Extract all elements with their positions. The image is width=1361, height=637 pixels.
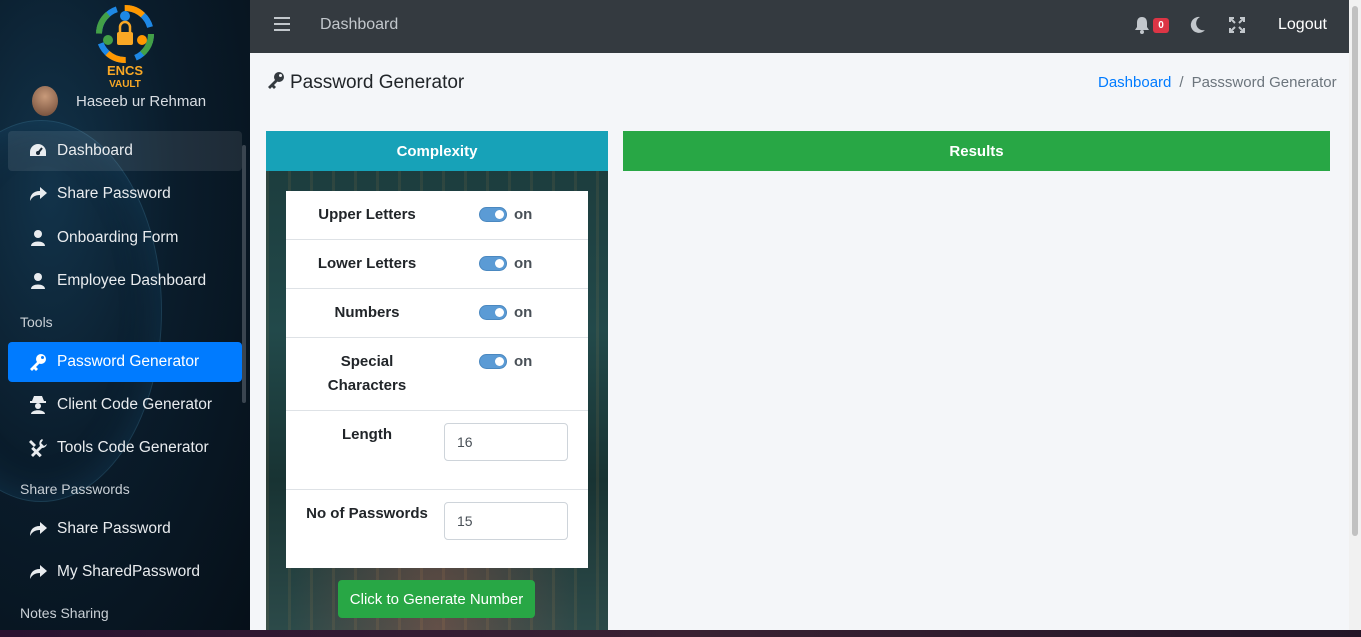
breadcrumb-separator: / xyxy=(1179,74,1184,91)
option-label: Lower Letters xyxy=(317,255,417,272)
user-icon xyxy=(27,270,49,292)
toggle-state-label: on xyxy=(514,255,533,272)
fullscreen-icon[interactable] xyxy=(1229,17,1245,38)
sidebar-item-label: Password Generator xyxy=(57,353,200,370)
sidebar-item-dashboard[interactable]: Dashboard xyxy=(8,131,242,171)
user-panel[interactable]: Haseeb ur Rehman xyxy=(32,86,206,116)
sidebar-item-share-password-2[interactable]: Share Password xyxy=(8,509,242,549)
complexity-header: Complexity xyxy=(266,131,608,171)
key-icon xyxy=(266,70,286,96)
sidebar: ENCS VAULT Haseeb ur Rehman Dashboard Sh… xyxy=(0,0,250,630)
sidebar-item-client-code-generator[interactable]: Client Code Generator xyxy=(8,385,242,425)
nav-header-notes-sharing: Notes Sharing xyxy=(20,605,109,621)
bell-icon[interactable] xyxy=(1134,16,1150,39)
sidebar-item-label: Client Code Generator xyxy=(57,396,213,413)
complexity-options-table: Upper Letters on Lower Letters on Number… xyxy=(286,191,588,568)
page-title: Password Generator xyxy=(266,70,464,96)
sidebar-item-label: Onboarding Form xyxy=(57,229,179,246)
svg-text:ENCS: ENCS xyxy=(107,63,143,78)
no-of-passwords-label: No of Passwords xyxy=(306,505,428,522)
complexity-card: Complexity Upper Letters on Lower Letter… xyxy=(266,131,608,630)
encs-vault-logo[interactable]: ENCS VAULT xyxy=(90,4,160,90)
key-icon xyxy=(27,351,49,373)
results-card: Results xyxy=(623,131,1330,171)
option-row-length: Length xyxy=(286,411,588,490)
scrollbar-thumb[interactable] xyxy=(1352,6,1358,536)
lower-letters-toggle[interactable] xyxy=(479,256,507,271)
sidebar-scrollbar[interactable] xyxy=(242,145,246,403)
page-scrollbar[interactable] xyxy=(1349,0,1361,630)
sidebar-item-employee-dashboard[interactable]: Employee Dashboard xyxy=(8,261,242,301)
option-row-numbers: Numbers on xyxy=(286,289,588,338)
length-input[interactable] xyxy=(444,423,568,461)
moon-icon[interactable] xyxy=(1190,16,1206,39)
user-icon xyxy=(27,227,49,249)
breadcrumb-home-link[interactable]: Dashboard xyxy=(1098,74,1171,91)
hamburger-menu-icon[interactable] xyxy=(274,17,290,31)
sidebar-item-label: Share Password xyxy=(57,520,171,537)
option-label: Numbers xyxy=(334,304,400,321)
nav-header-share-passwords: Share Passwords xyxy=(20,481,130,497)
tachometer-icon xyxy=(27,140,49,162)
page-title-text: Password Generator xyxy=(290,72,465,93)
tools-icon xyxy=(27,437,49,459)
sidebar-item-share-password[interactable]: Share Password xyxy=(8,174,242,214)
sidebar-item-my-shared-password[interactable]: My SharedPassword xyxy=(8,552,242,592)
avatar[interactable] xyxy=(32,86,58,116)
taskbar-strip xyxy=(0,630,1361,637)
nav-header-tools: Tools xyxy=(20,314,53,330)
sidebar-item-tools-code-generator[interactable]: Tools Code Generator xyxy=(8,428,242,468)
special-characters-toggle[interactable] xyxy=(479,354,507,369)
option-row-no-of-passwords: No of Passwords xyxy=(286,490,588,568)
logout-link[interactable]: Logout xyxy=(1278,16,1327,34)
option-row-special-characters: Special Characters on xyxy=(286,338,588,411)
toggle-state-label: on xyxy=(514,304,533,321)
breadcrumb: Dashboard / Passsword Generator xyxy=(1098,74,1337,91)
share-arrow-icon xyxy=(27,183,49,205)
username[interactable]: Haseeb ur Rehman xyxy=(76,93,206,110)
breadcrumb-current: Passsword Generator xyxy=(1191,74,1337,91)
sidebar-item-password-generator[interactable]: Password Generator xyxy=(8,342,242,382)
option-label: Special Characters xyxy=(306,350,428,398)
topbar-dashboard-link[interactable]: Dashboard xyxy=(320,16,398,34)
share-arrow-icon xyxy=(27,518,49,540)
option-label-line: Special xyxy=(340,353,394,370)
no-of-passwords-input[interactable] xyxy=(444,502,568,540)
results-header: Results xyxy=(623,131,1330,171)
sidebar-item-label: Dashboard xyxy=(57,142,133,159)
option-row-upper-letters: Upper Letters on xyxy=(286,191,588,240)
sidebar-item-label: My SharedPassword xyxy=(57,563,201,580)
share-arrow-icon xyxy=(27,561,49,583)
upper-letters-toggle[interactable] xyxy=(479,207,507,222)
sidebar-item-onboarding-form[interactable]: Onboarding Form xyxy=(8,218,242,258)
generate-button[interactable]: Click to Generate Number xyxy=(338,580,535,618)
user-secret-icon xyxy=(27,394,49,416)
toggle-state-label: on xyxy=(514,353,533,370)
top-navbar: Dashboard 0 Logout xyxy=(250,0,1349,53)
length-label: Length xyxy=(342,426,392,443)
notification-badge: 0 xyxy=(1153,18,1169,33)
sidebar-item-label: Employee Dashboard xyxy=(57,272,207,289)
toggle-state-label: on xyxy=(514,206,533,223)
option-row-lower-letters: Lower Letters on xyxy=(286,240,588,289)
numbers-toggle[interactable] xyxy=(479,305,507,320)
option-label-line: Characters xyxy=(327,377,407,394)
sidebar-item-label: Tools Code Generator xyxy=(57,439,209,456)
sidebar-item-label: Share Password xyxy=(57,185,171,202)
option-label: Upper Letters xyxy=(318,206,416,223)
